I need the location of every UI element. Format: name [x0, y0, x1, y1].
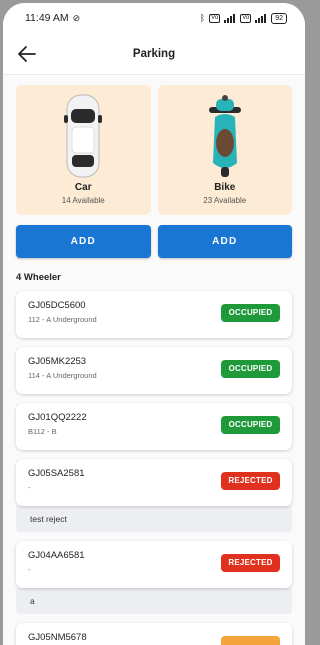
section-title: 4 Wheeler: [16, 272, 61, 283]
page-title: Parking: [132, 47, 176, 60]
status-badge: REJECTED: [221, 554, 280, 572]
parking-card[interactable]: GJ04AA6581 - REJECTED: [16, 541, 292, 588]
bluetooth-icon: ᛒ: [199, 13, 206, 23]
mute-icon: ⊘: [72, 12, 81, 23]
status-badge: [221, 636, 280, 645]
parking-card[interactable]: GJ05NM5678: [16, 623, 292, 645]
status-badge: OCCUPIED: [221, 304, 280, 322]
volte-icon: Vo: [240, 13, 252, 23]
list-item[interactable]: GJ05MK2253 114 - A Underground OCCUPIED: [16, 347, 292, 394]
battery-icon: 92: [271, 12, 287, 24]
status-time: 11:49 AM: [25, 12, 69, 24]
vehicle-card-bike[interactable]: Bike 23 Available: [157, 85, 292, 215]
app-bar: Parking: [3, 33, 305, 75]
status-badge: OCCUPIED: [221, 416, 280, 434]
add-buttons-row: ADD ADD: [3, 215, 305, 258]
add-bike-button[interactable]: ADD: [157, 225, 292, 258]
vehicle-name: Car: [74, 182, 92, 193]
list-item[interactable]: GJ04AA6581 - REJECTED a: [16, 541, 292, 614]
vehicle-availability: 14 Available: [61, 196, 105, 205]
parking-card[interactable]: GJ05MK2253 114 - A Underground OCCUPIED: [16, 347, 292, 394]
vehicle-name: Bike: [214, 182, 236, 193]
list-item[interactable]: GJ05SA2581 - REJECTED test reject: [16, 459, 292, 532]
phone-screen: 11:49 AM ⊘ ᛒ Vo Vo 92 Parking Car 14 Ava…: [3, 3, 305, 645]
add-car-button[interactable]: ADD: [16, 225, 151, 258]
signal-icon: [255, 13, 267, 23]
signal-icon: [224, 13, 236, 23]
parking-card[interactable]: GJ01QQ2222 B112 - B OCCUPIED: [16, 403, 292, 450]
vehicle-availability: 23 Available: [203, 196, 247, 205]
status-badge: OCCUPIED: [221, 360, 280, 378]
list-item[interactable]: GJ05DC5600 112 - A Underground OCCUPIED: [16, 291, 292, 338]
car-icon: [64, 94, 103, 178]
parking-card[interactable]: GJ05SA2581 - REJECTED: [16, 459, 292, 506]
volte-icon: Vo: [209, 13, 221, 23]
status-badge: REJECTED: [221, 472, 280, 490]
rejection-note: a: [16, 588, 292, 614]
parking-card[interactable]: GJ05DC5600 112 - A Underground OCCUPIED: [16, 291, 292, 338]
scooter-icon: [208, 95, 241, 177]
list-item[interactable]: GJ05NM5678: [16, 623, 292, 645]
rejection-note: test reject: [16, 506, 292, 532]
back-arrow-icon[interactable]: [17, 45, 37, 63]
vehicle-types: Car 14 Available Bike 23 Available: [3, 75, 305, 215]
vehicle-card-car[interactable]: Car 14 Available: [16, 85, 151, 215]
parking-list: GJ05DC5600 112 - A Underground OCCUPIED …: [3, 291, 305, 645]
list-item[interactable]: GJ01QQ2222 B112 - B OCCUPIED: [16, 403, 292, 450]
status-bar: 11:49 AM ⊘ ᛒ Vo Vo 92: [3, 3, 305, 33]
